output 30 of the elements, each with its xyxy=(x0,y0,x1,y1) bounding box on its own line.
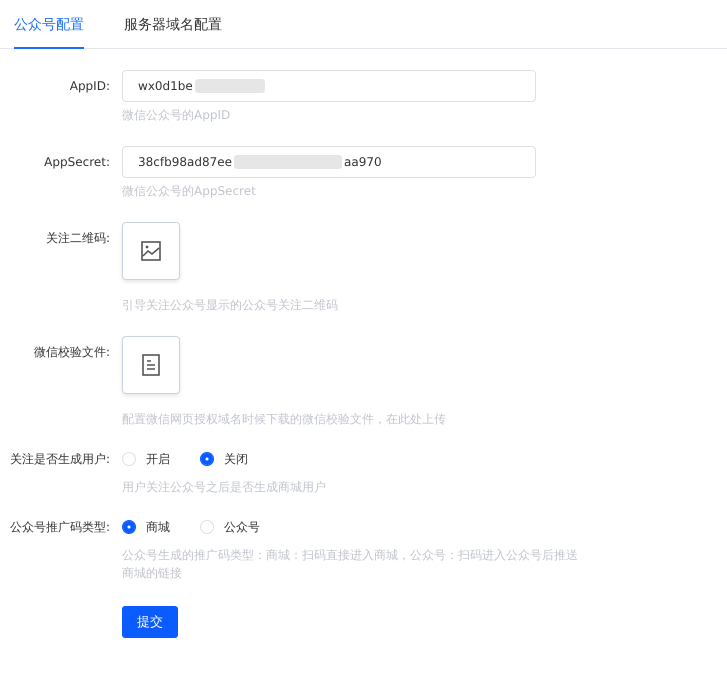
hint-text: 公众号生成的推广码类型：商城：扫码直接进入商城，公众号：扫码进入公众号后推送商城的链接 xyxy=(122,547,579,582)
upload-box[interactable] xyxy=(122,336,180,394)
radio-button[interactable] xyxy=(122,520,136,534)
radio-label[interactable]: 商城 xyxy=(146,518,170,536)
hint-text: 微信公众号的AppID xyxy=(122,107,232,124)
hint-text: 用户关注公众号之后是否生成商城用户 xyxy=(122,479,326,496)
hint-text: 引导关注公众号显示的公众号关注二维码 xyxy=(122,297,338,314)
hint-text: 微信公众号的AppSecret xyxy=(122,183,257,200)
image-icon xyxy=(141,241,161,261)
field-value: 38cfb98ad87ee xyxy=(138,155,232,169)
radio-button[interactable] xyxy=(200,452,214,466)
radio-label[interactable]: 开启 xyxy=(146,450,170,468)
hint-text: 配置微信网页授权域名时候下载的微信校验文件，在此处上传 xyxy=(122,411,446,428)
upload-box[interactable] xyxy=(122,222,180,280)
submit-button[interactable]: 提交 xyxy=(122,606,178,638)
input-field[interactable]: wx0d1be xyxy=(122,70,536,102)
radio-label[interactable]: 公众号 xyxy=(224,518,260,536)
document-icon xyxy=(142,354,160,376)
radio-label[interactable]: 关闭 xyxy=(224,450,248,468)
field-label: AppID: xyxy=(68,78,111,95)
field-label: 微信校验文件: xyxy=(32,344,111,361)
tab[interactable]: 公众号配置 xyxy=(14,0,84,49)
field-label: 关注二维码: xyxy=(44,230,111,247)
field-label: 公众号推广码类型: xyxy=(8,519,111,536)
field-value: wx0d1be xyxy=(138,79,193,93)
input-field[interactable]: 38cfb98ad87ee aa970 xyxy=(122,146,536,178)
field-value: aa970 xyxy=(344,155,382,169)
field-label: AppSecret: xyxy=(43,154,111,171)
tab[interactable]: 服务器域名配置 xyxy=(124,0,222,49)
field-label: 关注是否生成用户: xyxy=(8,451,111,468)
